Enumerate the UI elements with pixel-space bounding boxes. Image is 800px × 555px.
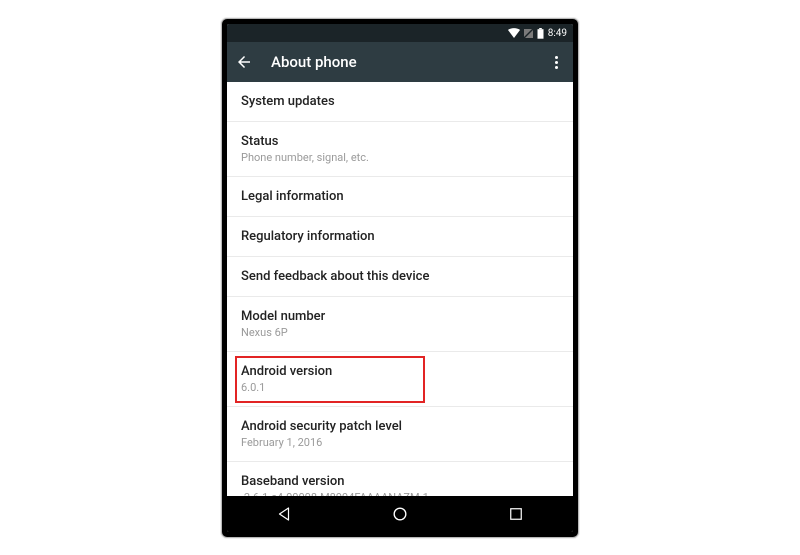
nav-back-icon[interactable] (275, 505, 293, 523)
screen: 8:49 About phone System updates Status P… (227, 24, 573, 532)
item-android-version[interactable]: Android version 6.0.1 (227, 352, 573, 407)
overflow-menu-icon[interactable] (547, 56, 565, 69)
item-system-updates[interactable]: System updates (227, 82, 573, 122)
item-secondary: Phone number, signal, etc. (241, 151, 559, 164)
wifi-icon (508, 28, 520, 38)
item-security-patch-level[interactable]: Android security patch level February 1,… (227, 407, 573, 462)
item-send-feedback[interactable]: Send feedback about this device (227, 257, 573, 297)
page-title: About phone (271, 53, 357, 71)
item-primary: Legal information (241, 189, 559, 204)
item-primary: Status (241, 134, 559, 149)
item-secondary: .2.6.1.c4-00008-M8994FAAAANAZM-1 (241, 491, 559, 496)
item-status[interactable]: Status Phone number, signal, etc. (227, 122, 573, 177)
nav-bar (227, 496, 573, 532)
item-primary: Android security patch level (241, 419, 559, 434)
item-primary: Model number (241, 309, 559, 324)
item-secondary: Nexus 6P (241, 326, 559, 339)
battery-icon (537, 28, 544, 39)
item-primary: Regulatory information (241, 229, 559, 244)
phone-frame: 8:49 About phone System updates Status P… (221, 18, 579, 538)
item-primary: System updates (241, 94, 559, 109)
status-time: 8:49 (548, 28, 567, 39)
item-model-number[interactable]: Model number Nexus 6P (227, 297, 573, 352)
item-secondary: February 1, 2016 (241, 436, 559, 449)
item-baseband-version[interactable]: Baseband version .2.6.1.c4-00008-M8994FA… (227, 462, 573, 496)
status-bar: 8:49 (227, 24, 573, 42)
item-primary: Send feedback about this device (241, 269, 559, 284)
back-icon[interactable] (235, 53, 253, 71)
item-legal-information[interactable]: Legal information (227, 177, 573, 217)
item-primary: Android version (241, 364, 559, 379)
settings-list: System updates Status Phone number, sign… (227, 82, 573, 496)
item-secondary: 6.0.1 (241, 381, 559, 394)
signal-off-icon (524, 29, 533, 38)
item-regulatory-information[interactable]: Regulatory information (227, 217, 573, 257)
app-bar: About phone (227, 42, 573, 82)
nav-home-icon[interactable] (390, 504, 410, 524)
item-primary: Baseband version (241, 474, 559, 489)
nav-recent-icon[interactable] (507, 505, 525, 523)
